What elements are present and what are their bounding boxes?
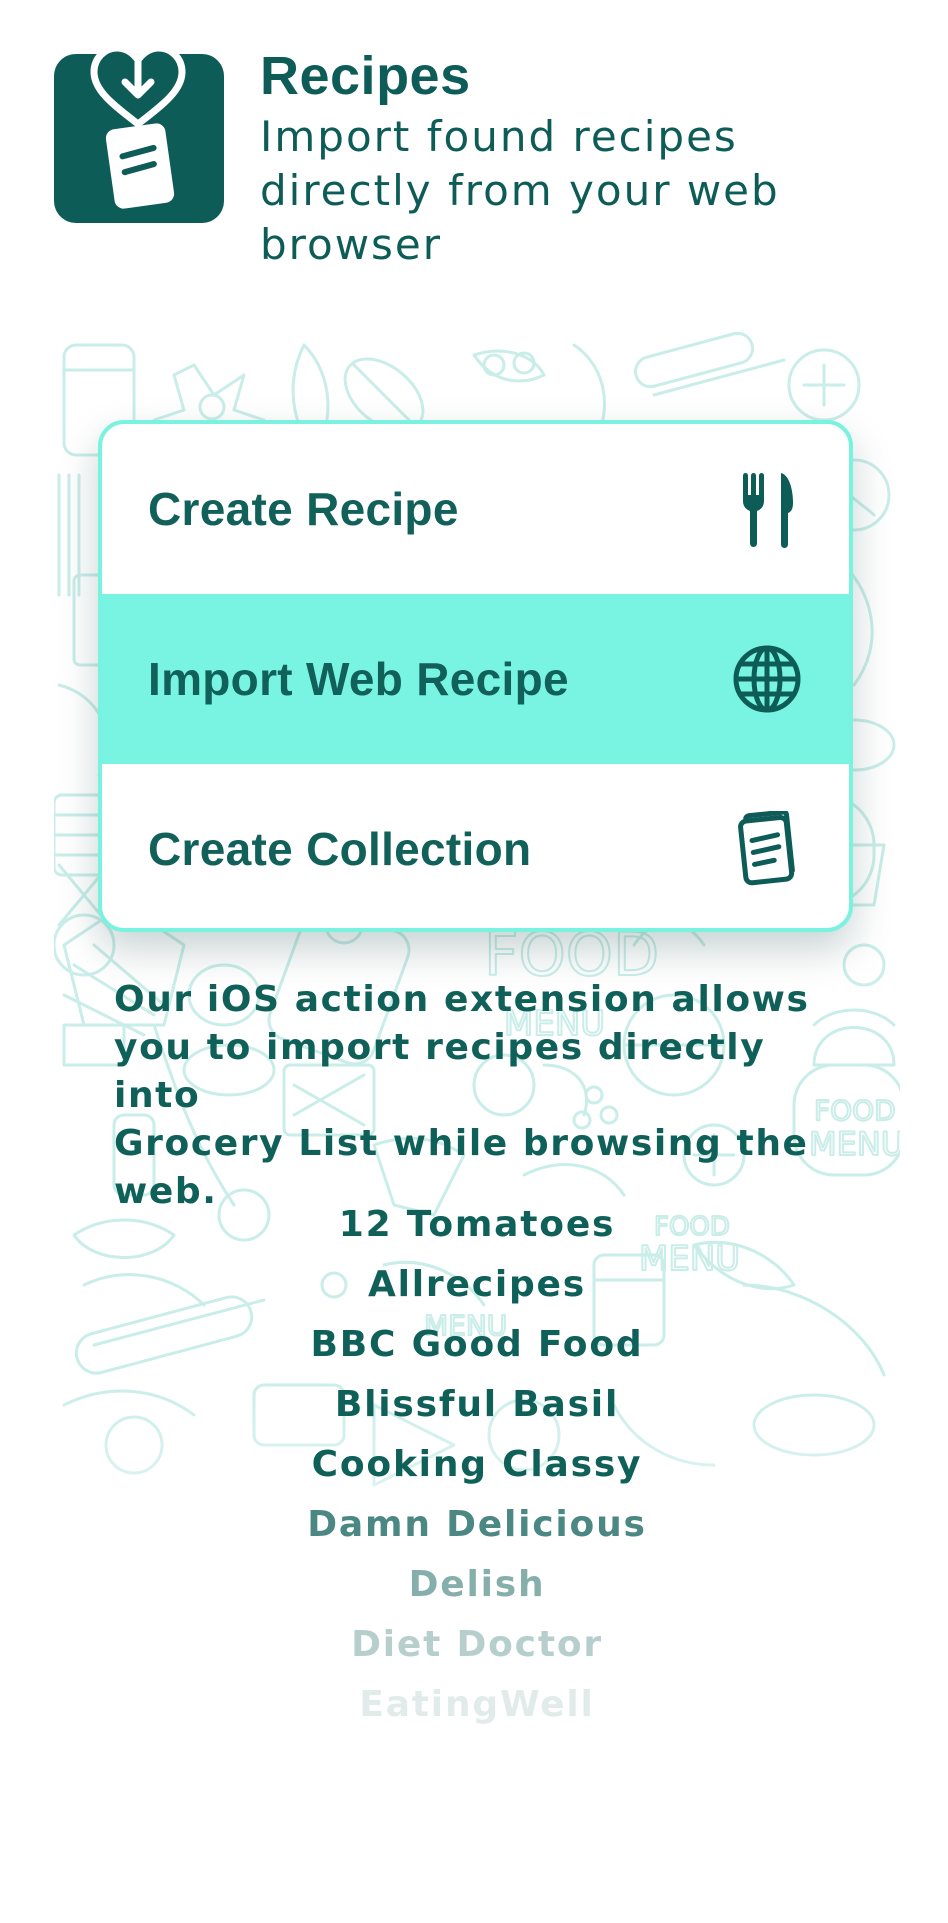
import-web-recipe-button[interactable]: Import Web Recipe: [102, 594, 849, 764]
description-line: Our iOS action extension allows: [114, 979, 810, 1020]
site-list-item: Diet Doctor: [351, 1624, 603, 1665]
fork-knife-icon: [729, 469, 805, 549]
menu-item-label: Import Web Recipe: [148, 653, 569, 705]
page-subtitle: Import found recipes directly from your …: [260, 110, 900, 272]
supported-sites-list: 12 Tomatoes Allrecipes BBC Good Food Bli…: [54, 1195, 900, 1735]
site-list-item: 12 Tomatoes: [338, 1204, 616, 1245]
description-line: Grocery List while browsing the: [114, 1123, 809, 1164]
subtitle-line: browser: [260, 220, 443, 269]
site-list-item: EatingWell: [359, 1684, 595, 1725]
site-list-item: Damn Delicious: [307, 1504, 647, 1545]
page-title: Recipes: [260, 46, 471, 106]
extension-description: Our iOS action extension allows you to i…: [114, 976, 834, 1216]
menu-item-label: Create Collection: [148, 823, 532, 875]
site-list-item: Cooking Classy: [311, 1444, 643, 1485]
globe-icon: [729, 639, 805, 719]
collection-book-icon: [729, 809, 805, 889]
menu-item-label: Create Recipe: [148, 483, 459, 535]
subtitle-line: directly from your web: [260, 166, 780, 215]
header-text: Recipes Import found recipes directly fr…: [260, 46, 900, 272]
create-collection-button[interactable]: Create Collection: [102, 764, 849, 928]
site-list-item: Blissful Basil: [334, 1384, 620, 1425]
action-menu: Create Recipe Import Web Recipe Create C…: [98, 420, 853, 932]
create-recipe-button[interactable]: Create Recipe: [102, 424, 849, 594]
site-list-item: BBC Good Food: [310, 1324, 644, 1365]
site-list-item: Delish: [408, 1564, 546, 1605]
subtitle-line: Import found recipes: [260, 112, 738, 161]
recipe-import-app-icon: [54, 38, 224, 223]
site-list-item: Allrecipes: [367, 1264, 586, 1305]
header: Recipes Import found recipes directly fr…: [54, 38, 914, 288]
description-line: you to import recipes directly into: [114, 1027, 766, 1116]
